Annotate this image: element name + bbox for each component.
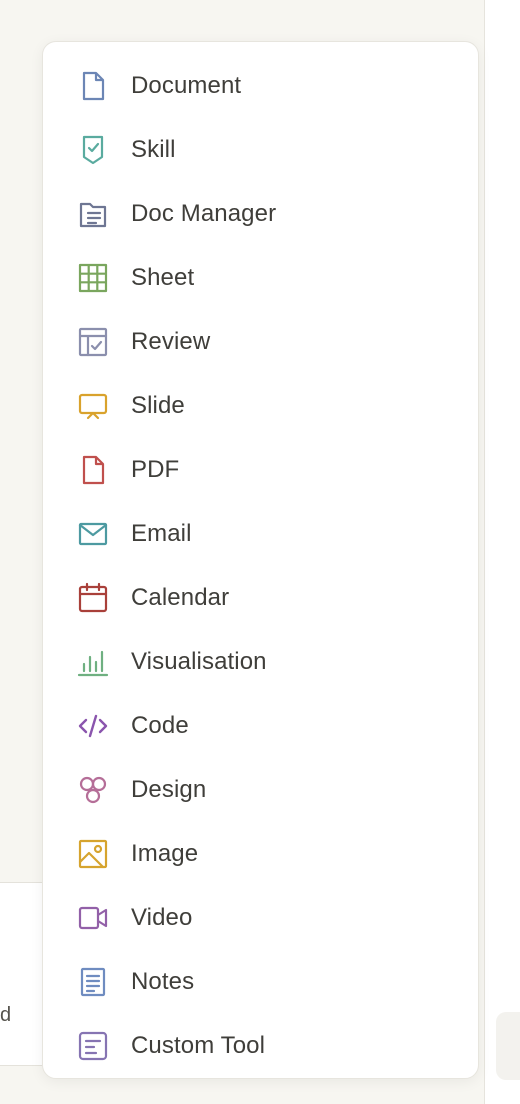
- menu-item-pdf[interactable]: PDF: [43, 438, 478, 502]
- menu-item-review[interactable]: Review: [43, 310, 478, 374]
- menu-item-label: Visualisation: [131, 648, 267, 675]
- calendar-icon: [77, 582, 109, 614]
- menu-item-code[interactable]: Code: [43, 694, 478, 758]
- right-panel: [484, 0, 520, 1104]
- presentation-icon: [77, 390, 109, 422]
- image-icon: [77, 838, 109, 870]
- menu-item-label: Video: [131, 904, 193, 931]
- menu-item-doc-manager[interactable]: Doc Manager: [43, 182, 478, 246]
- folder-doc-icon: [77, 198, 109, 230]
- menu-item-label: PDF: [131, 456, 180, 483]
- grid-icon: [77, 262, 109, 294]
- menu-item-calendar[interactable]: Calendar: [43, 566, 478, 630]
- code-icon: [77, 710, 109, 742]
- background-card-text: d: [0, 1004, 12, 1026]
- skill-icon: [77, 134, 109, 166]
- menu-item-document[interactable]: Document: [43, 54, 478, 118]
- right-panel-chip[interactable]: [496, 1012, 520, 1080]
- menu-item-sheet[interactable]: Sheet: [43, 246, 478, 310]
- menu-item-skill[interactable]: Skill: [43, 118, 478, 182]
- menu-item-design[interactable]: Design: [43, 758, 478, 822]
- custom-tool-icon: [77, 1030, 109, 1062]
- menu-item-custom-tool[interactable]: Custom Tool: [43, 1014, 478, 1078]
- document-icon: [77, 70, 109, 102]
- menu-item-label: Document: [131, 72, 242, 99]
- bar-chart-icon: [77, 646, 109, 678]
- menu-item-slide[interactable]: Slide: [43, 374, 478, 438]
- menu-item-label: Review: [131, 328, 211, 355]
- menu-item-label: Code: [131, 712, 189, 739]
- review-icon: [77, 326, 109, 358]
- envelope-icon: [77, 518, 109, 550]
- menu-item-label: Doc Manager: [131, 200, 277, 227]
- design-icon: [77, 774, 109, 806]
- menu-item-label: Custom Tool: [131, 1032, 266, 1059]
- menu-item-email[interactable]: Email: [43, 502, 478, 566]
- menu-item-label: Notes: [131, 968, 195, 995]
- menu-item-visualisation[interactable]: Visualisation: [43, 630, 478, 694]
- menu-item-label: Calendar: [131, 584, 230, 611]
- menu-item-video[interactable]: Video: [43, 886, 478, 950]
- video-icon: [77, 902, 109, 934]
- create-menu: Document Skill Doc Manager Sheet Review …: [42, 41, 479, 1079]
- menu-item-label: Email: [131, 520, 192, 547]
- menu-item-notes[interactable]: Notes: [43, 950, 478, 1014]
- pdf-icon: [77, 454, 109, 486]
- menu-item-label: Slide: [131, 392, 185, 419]
- menu-item-label: Sheet: [131, 264, 195, 291]
- menu-item-label: Image: [131, 840, 199, 867]
- notes-icon: [77, 966, 109, 998]
- menu-item-image[interactable]: Image: [43, 822, 478, 886]
- menu-item-label: Skill: [131, 136, 176, 163]
- menu-item-label: Design: [131, 776, 207, 803]
